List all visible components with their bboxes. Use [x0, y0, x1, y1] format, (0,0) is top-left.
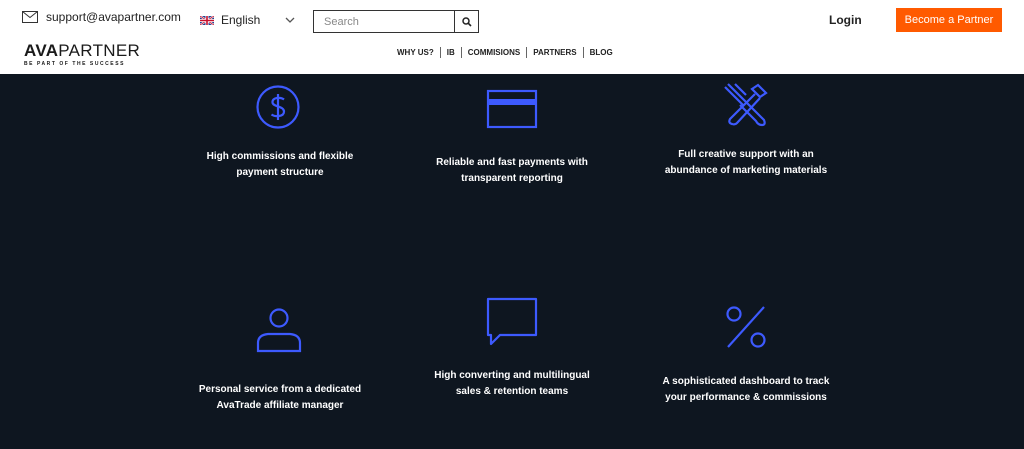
become-partner-button[interactable]: Become a Partner — [896, 8, 1002, 32]
credit-card-icon — [486, 89, 538, 129]
features-section: High commissions and flexible payment st… — [0, 74, 1024, 449]
login-link[interactable]: Login — [829, 13, 862, 27]
person-icon — [256, 308, 302, 353]
support-email-link[interactable]: support@avapartner.com — [22, 10, 181, 24]
logo-name-bold: AVA — [24, 41, 59, 60]
site-header: support@avapartner.com English Login Bec… — [0, 0, 1024, 74]
nav-divider — [460, 47, 462, 58]
language-label: English — [221, 13, 261, 27]
nav-item-blog[interactable]: BLOG — [590, 48, 613, 57]
chat-icon — [486, 297, 538, 346]
nav-item-commisions[interactable]: COMMISIONS — [468, 48, 520, 57]
nav-divider — [439, 47, 441, 58]
feature-text: A sophisticated dashboard to track your … — [662, 376, 830, 403]
feature-text: High commissions and flexible payment st… — [206, 151, 354, 178]
search-icon — [461, 16, 472, 27]
logo-tagline: BE PART OF THE SUCCESS — [24, 61, 125, 67]
language-selector[interactable]: English — [200, 13, 295, 27]
logo-name-light: PARTNER — [58, 41, 141, 60]
uk-flag-icon — [200, 15, 214, 25]
search-button[interactable] — [454, 11, 478, 32]
nav-divider — [582, 47, 584, 58]
main-nav: WHY US? IB COMMISIONS PARTNERS BLOG — [397, 47, 613, 58]
nav-item-why-us[interactable]: WHY US? — [397, 48, 434, 57]
search-box — [313, 10, 479, 33]
nav-divider — [526, 47, 528, 58]
feature-text: Personal service from a dedicated AvaTra… — [198, 384, 362, 411]
feature-text: High converting and multilingual sales &… — [434, 370, 590, 397]
nav-item-ib[interactable]: IB — [447, 48, 455, 57]
feature-text: Reliable and fast payments with transpar… — [436, 157, 588, 184]
search-input[interactable] — [314, 11, 454, 32]
logo[interactable]: AVAPARTNER BE PART OF THE SUCCESS — [24, 42, 140, 67]
logo-wordmark: AVAPARTNER — [24, 42, 140, 59]
nav-item-partners[interactable]: PARTNERS — [533, 48, 576, 57]
feature-text: Full creative support with an abundance … — [664, 149, 828, 176]
support-email-text: support@avapartner.com — [46, 10, 181, 24]
tools-icon — [724, 83, 768, 127]
dollar-icon — [256, 85, 300, 129]
chevron-down-icon — [285, 17, 295, 23]
envelope-icon — [22, 11, 38, 23]
percent-icon — [726, 306, 766, 348]
